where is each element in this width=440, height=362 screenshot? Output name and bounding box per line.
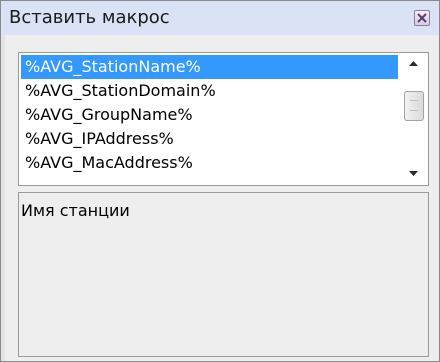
macro-description: Имя станции xyxy=(21,201,130,220)
list-item[interactable]: %AVG_MacAddress% xyxy=(21,151,398,175)
title-bar[interactable]: Вставить макрос xyxy=(1,1,439,35)
window-title: Вставить макрос xyxy=(9,7,170,28)
window-edge xyxy=(1,35,5,361)
list-item[interactable]: %AVG_GroupName% xyxy=(21,103,398,127)
close-icon xyxy=(417,13,427,23)
scroll-thumb[interactable] xyxy=(404,91,424,121)
list-item[interactable]: %AVG_StationName% xyxy=(21,55,398,79)
list-item[interactable]: %AVG_IPAddress% xyxy=(21,127,398,151)
macro-list: %AVG_StationName% %AVG_StationDomain% %A… xyxy=(21,55,398,175)
macro-listbox[interactable]: %AVG_StationName% %AVG_StationDomain% %A… xyxy=(18,52,429,186)
insert-macro-window: Вставить макрос %AVG_StationName% %AVG_S… xyxy=(0,0,440,362)
list-item[interactable]: %AVG_StationDomain% xyxy=(21,79,398,103)
arrow-down-icon xyxy=(409,171,418,176)
description-panel: Имя станции xyxy=(18,192,429,357)
close-button[interactable] xyxy=(414,10,430,26)
vertical-scrollbar[interactable] xyxy=(400,53,428,185)
arrow-up-icon xyxy=(409,61,418,66)
scroll-up-button[interactable] xyxy=(400,53,428,75)
scroll-down-button[interactable] xyxy=(400,163,428,185)
